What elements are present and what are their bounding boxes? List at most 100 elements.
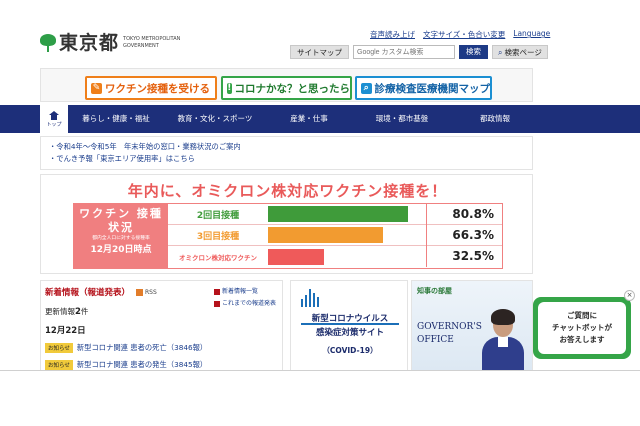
vaccine-row-percent: 32.5%	[426, 246, 502, 267]
corona-banner-label: コロナかな？と思ったら	[234, 82, 351, 95]
news-date: 12月22日	[45, 326, 86, 336]
covid-banner-rule	[301, 323, 399, 325]
vaccine-bar	[268, 227, 383, 243]
vaccine-row-percent: 66.3%	[426, 224, 502, 246]
sitemap-button[interactable]: サイトマップ	[290, 45, 349, 59]
chatbot-text: ご質問に チャットボットが お答えします	[538, 302, 626, 354]
covid-banner-line2: 感染症対策サイト	[315, 328, 384, 338]
governor-room-label: 知事の部屋	[417, 287, 452, 295]
home-icon	[49, 110, 59, 120]
governor-office-banner[interactable]: 知事の部屋 GOVERNOR'S OFFICE	[411, 280, 533, 380]
governor-portrait	[480, 309, 526, 379]
ginkgo-logo-icon	[40, 34, 56, 52]
rss-link[interactable]: RSS	[136, 288, 157, 296]
news-list-link[interactable]: 新着情報一覧	[213, 286, 276, 298]
page-bottom-area	[0, 370, 640, 426]
magnifier-icon: ⌕	[498, 47, 503, 57]
logo-english: TOKYO METROPOLITAN GOVERNMENT	[123, 36, 181, 49]
news-panel: 新着情報（報道発表） RSS 新着情報一覧 これまでの報道発表 更新情報2件 1…	[40, 280, 283, 380]
chatbot-line2: チャットボットが	[552, 323, 612, 332]
vaccine-bar-track	[268, 227, 426, 243]
rss-label: RSS	[145, 288, 157, 296]
search-input[interactable]	[353, 45, 455, 59]
covid-banner-line3: （COVID-19）	[322, 346, 378, 355]
page: 東京都 TOKYO METROPOLITAN GOVERNMENT 音声読み上げ…	[0, 0, 640, 426]
vaccine-panel-title: ワクチン 接種状況	[79, 207, 163, 234]
news-badge: お知らせ	[45, 360, 73, 370]
nav-item-industry[interactable]: 産業・仕事	[266, 105, 352, 133]
vaccine-bar	[268, 206, 408, 222]
search-button[interactable]: 検索	[459, 45, 488, 59]
vaccine-banner-label: ワクチン接種を受ける	[105, 82, 210, 95]
syringe-icon: ✎	[91, 82, 102, 94]
vaccine-bar	[268, 248, 325, 265]
square-icon	[213, 301, 220, 307]
vaccine-bar-track	[268, 248, 426, 265]
warning-icon: !	[227, 82, 232, 94]
governor-en-line2: OFFICE	[417, 335, 454, 345]
news-badge: お知らせ	[45, 343, 73, 353]
chatbot-line1: ご質問に	[567, 311, 597, 320]
util-link-font-color[interactable]: 文字サイズ・色合い変更	[423, 29, 505, 40]
chatbot-widget[interactable]: ご質問に チャットボットが お答えします	[533, 297, 631, 359]
governor-english: GOVERNOR'S OFFICE	[417, 321, 482, 347]
clinic-banner-label: 診療検査医療機関マップ	[374, 82, 491, 95]
update-suffix: 件	[80, 307, 89, 316]
logo-text: 東京都	[59, 32, 120, 54]
covid-site-banner[interactable]: 新型コロナウイルス 感染症対策サイト （COVID-19）	[290, 280, 408, 380]
notice-link-electricity[interactable]: ・でんき予報「東京エリア使用率」はこちら	[49, 153, 524, 165]
vaccine-row-label: 2回目接種	[196, 210, 240, 221]
nav-home-label: トップ	[46, 121, 62, 128]
news-past-label: これまでの報道発表	[221, 300, 276, 307]
notice-link-yearend[interactable]: ・令和4年〜令和5年 年末年始の窓口・業務状況のご案内	[49, 141, 524, 153]
news-past-link[interactable]: これまでの報道発表	[213, 298, 276, 310]
vaccine-headline: 年内に、オミクロン株対応ワクチン接種を！	[127, 182, 448, 200]
vaccine-row-percent: 80.8%	[426, 203, 502, 225]
news-item[interactable]: お知らせ 新型コロナ関連 患者の発生（3845報）	[45, 360, 278, 370]
vaccine-status-panel: ワクチン 接種状況 都内全人口に対する接種率 12月20日時点 2回目接種 80.…	[73, 203, 503, 269]
vaccine-banner-button[interactable]: ✎ ワクチン接種を受ける	[85, 76, 217, 100]
nav-item-education[interactable]: 教育・文化・スポーツ	[164, 105, 266, 133]
quick-banners: ✎ ワクチン接種を受ける ! コロナかな？と思ったら ⌕ 診療検査医療機関マップ	[40, 68, 533, 102]
vaccine-status-row: 3回目接種 66.3%	[168, 224, 502, 246]
vaccine-status-row: オミクロン株対応ワクチン 32.5%	[168, 246, 502, 267]
vaccine-status-rows: 2回目接種 80.8% 3回目接種 66.3% オミクロン株対応ワクチン 32.5%	[168, 203, 502, 268]
chatbot-line3: お答えします	[559, 335, 605, 344]
search-icon: ⌕	[361, 82, 372, 94]
global-nav: トップ 暮らし・健康・福祉 教育・文化・スポーツ 産業・仕事 環境・都市基盤 都…	[0, 105, 640, 133]
util-link-language[interactable]: Language	[513, 29, 550, 40]
news-list-label: 新着情報一覧	[221, 288, 258, 295]
nav-item-living[interactable]: 暮らし・健康・福祉	[68, 105, 164, 133]
vaccine-row-label: オミクロン株対応ワクチン	[179, 253, 257, 262]
news-item[interactable]: お知らせ 新型コロナ関連 患者の死亡（3846報）	[45, 343, 278, 353]
search-page-label: 検索ページ	[504, 47, 542, 57]
news-side-links: 新着情報一覧 これまでの報道発表	[213, 286, 276, 310]
bar-graph-icon	[301, 289, 319, 307]
search-page-button[interactable]: ⌕ 検索ページ	[492, 45, 548, 59]
square-icon	[213, 289, 220, 295]
governor-en-line1: GOVERNOR'S	[417, 322, 482, 332]
update-prefix: 更新情報	[45, 307, 75, 316]
news-title: 新着情報（報道発表）	[45, 288, 131, 298]
chatbot-close-button[interactable]: ×	[624, 290, 635, 301]
search-row: サイトマップ 検索 ⌕ 検索ページ	[290, 45, 548, 59]
utility-links: 音声読み上げ 文字サイズ・色合い変更 Language	[370, 29, 550, 40]
notice-links: ・令和4年〜令和5年 年末年始の窓口・業務状況のご案内 ・でんき予報「東京エリア…	[40, 136, 533, 170]
vaccine-panel-date: 12月20日時点	[90, 245, 152, 255]
site-logo[interactable]: 東京都 TOKYO METROPOLITAN GOVERNMENT	[40, 32, 193, 54]
util-link-speech[interactable]: 音声読み上げ	[370, 29, 415, 40]
nav-home[interactable]: トップ	[40, 105, 68, 133]
vaccine-status-label: ワクチン 接種状況 都内全人口に対する接種率 12月20日時点	[74, 204, 168, 268]
vaccine-row-label: 3回目接種	[196, 231, 240, 242]
vaccine-bar-track	[268, 206, 426, 222]
vaccine-panel-note: 都内全人口に対する接種率	[92, 236, 150, 241]
news-item-text: 新型コロナ関連 患者の発生（3845報）	[76, 360, 208, 369]
clinic-map-banner-button[interactable]: ⌕ 診療検査医療機関マップ	[355, 76, 492, 100]
corona-banner-button[interactable]: ! コロナかな？と思ったら	[221, 76, 352, 100]
rss-icon	[136, 288, 144, 296]
vaccine-status-row: 2回目接種 80.8%	[168, 203, 502, 225]
nav-item-environment[interactable]: 環境・都市基盤	[352, 105, 452, 133]
news-item-text: 新型コロナ関連 患者の死亡（3846報）	[76, 343, 208, 352]
vaccine-status-banner[interactable]: 年内に、オミクロン株対応ワクチン接種を！ ワクチン 接種状況 都内全人口に対する…	[40, 174, 533, 274]
nav-item-government[interactable]: 都政情報	[452, 105, 538, 133]
